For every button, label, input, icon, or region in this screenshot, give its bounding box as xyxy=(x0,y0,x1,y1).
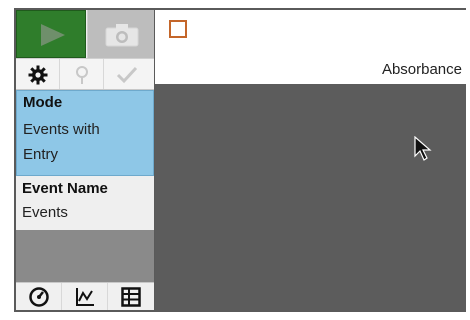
graph-icon xyxy=(76,288,94,306)
sidebar-empty-area xyxy=(16,230,154,282)
graph-view-button[interactable] xyxy=(62,283,108,310)
start-collection-button[interactable] xyxy=(16,10,86,58)
meter-view-button[interactable] xyxy=(16,283,62,310)
meter-icon xyxy=(29,287,49,307)
mode-title: Mode xyxy=(23,94,63,111)
collection-controls xyxy=(16,10,154,58)
tool-row xyxy=(16,58,154,90)
column-label: Absorbance xyxy=(381,61,462,78)
settings-button[interactable] xyxy=(16,59,60,89)
camera-button[interactable] xyxy=(87,10,154,58)
marker-button[interactable] xyxy=(60,59,104,89)
mouse-pointer-icon xyxy=(414,135,432,167)
sidebar: Mode Events with Entry Event Name Events xyxy=(16,10,154,310)
table-icon xyxy=(121,287,141,307)
play-icon xyxy=(41,24,65,46)
data-panel: Absorbance xyxy=(155,10,466,310)
event-name-setting[interactable]: Event Name Events xyxy=(16,176,154,230)
event-name-value: Events xyxy=(22,204,68,221)
mode-value-line2: Entry xyxy=(23,146,59,163)
checkmark-icon xyxy=(116,66,138,84)
camera-icon xyxy=(105,24,139,47)
mode-setting[interactable]: Mode Events with Entry xyxy=(16,90,154,176)
marker-pin-icon xyxy=(76,66,88,84)
data-marker-square xyxy=(169,20,187,38)
mode-value-line1: Events with xyxy=(23,121,100,138)
event-name-title: Event Name xyxy=(22,180,108,197)
column-header: Absorbance xyxy=(155,10,466,84)
view-selector xyxy=(16,282,154,310)
confirm-button[interactable] xyxy=(104,59,154,89)
gear-icon xyxy=(28,65,48,85)
table-view-button[interactable] xyxy=(108,283,154,310)
